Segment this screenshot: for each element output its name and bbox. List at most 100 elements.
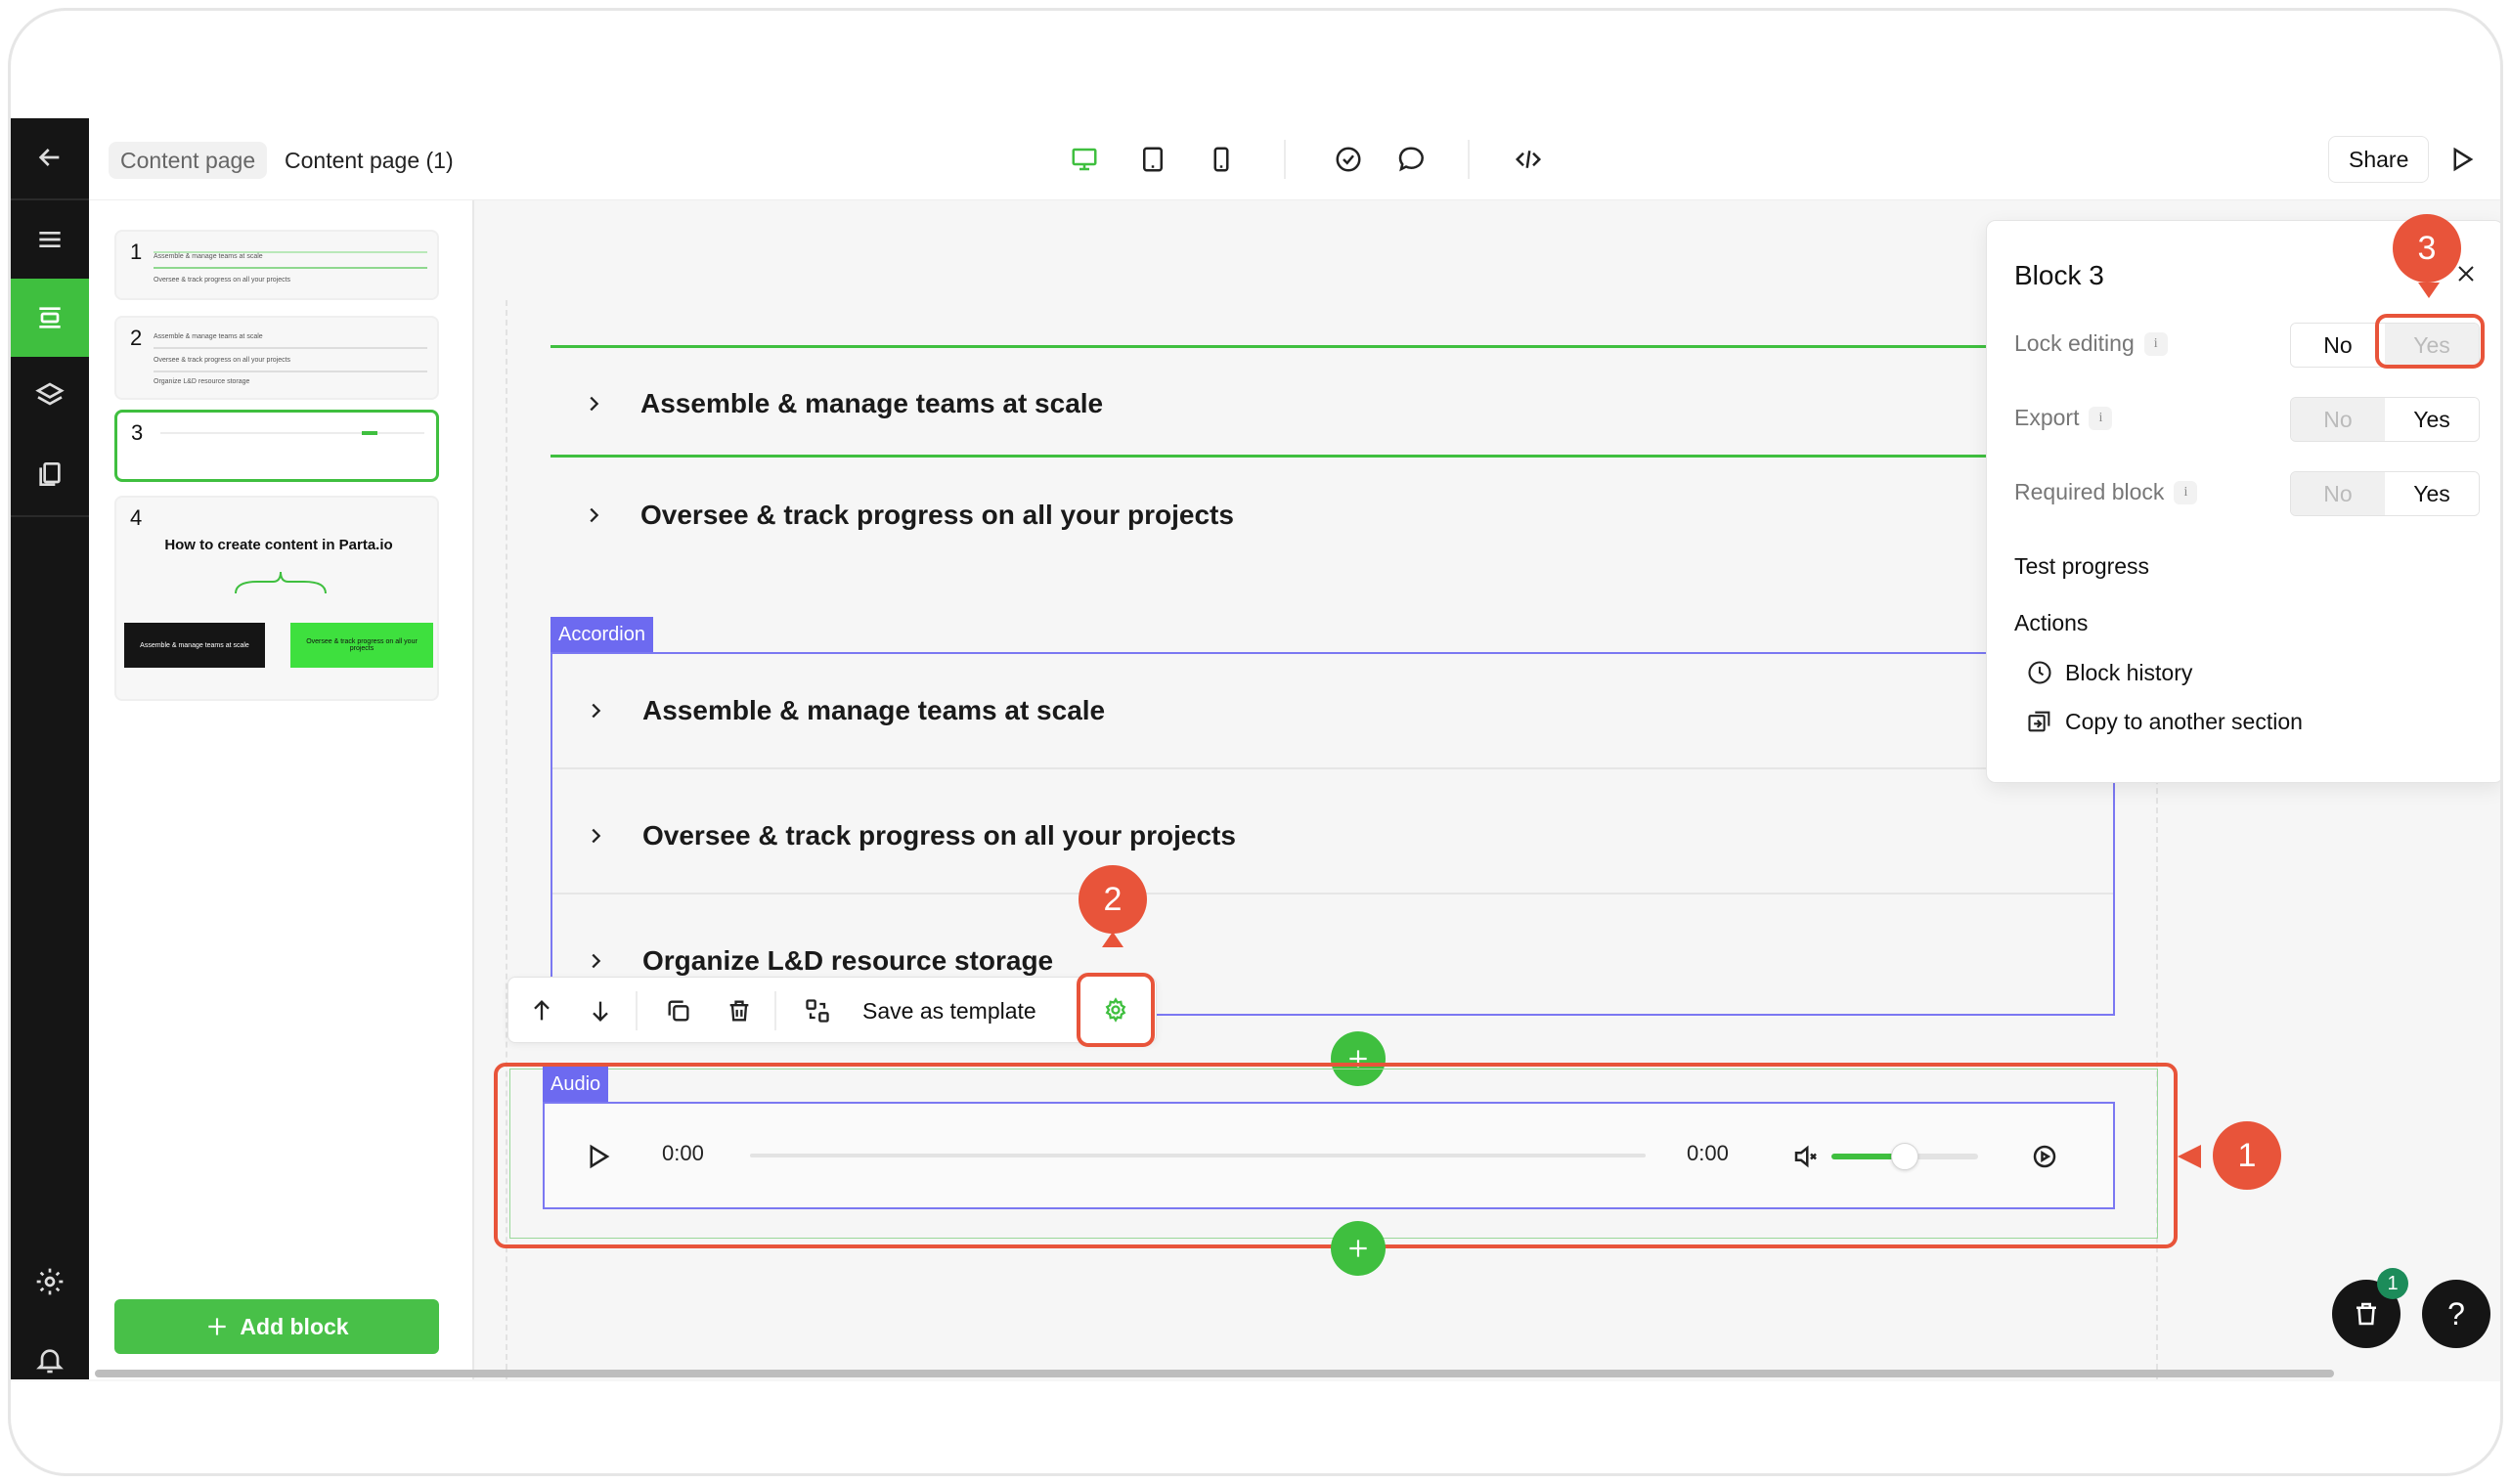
thumb-heading: How to create content in Parta.io	[164, 537, 393, 553]
thumb-text: Oversee & track progress on all your pro…	[154, 277, 291, 284]
info-icon[interactable]: i	[2143, 331, 2168, 356]
info-icon[interactable]: i	[2174, 480, 2198, 504]
duplicate-icon[interactable]	[657, 989, 700, 1032]
export-yes[interactable]: Yes	[2385, 398, 2479, 441]
code-icon[interactable]	[1509, 140, 1548, 179]
accordion-divider-active	[551, 345, 1996, 348]
blocks-icon[interactable]	[11, 279, 89, 357]
thumb-card-text: Oversee & track progress on all your pro…	[306, 638, 418, 652]
trash-icon[interactable]	[718, 989, 761, 1032]
required-block-label: Required block i	[2014, 479, 2198, 505]
option-label: Lock editing	[2014, 330, 2135, 356]
play-icon[interactable]	[2442, 140, 2481, 179]
thumb-volume-bar	[362, 431, 377, 435]
thumb-card-text: Assemble & manage teams at scale	[140, 641, 249, 649]
page-thumb-2[interactable]: 2 Assemble & manage teams at scale Overs…	[114, 316, 439, 400]
required-block-yes[interactable]: Yes	[2385, 472, 2479, 515]
chevron-right-icon	[576, 941, 615, 981]
copy-to-section-action[interactable]: Copy to another section	[2026, 708, 2303, 735]
menu-icon[interactable]	[11, 200, 89, 279]
thumb-card-green: Oversee & track progress on all your pro…	[290, 623, 433, 668]
bell-icon[interactable]	[11, 1321, 89, 1381]
thumb-text: Organize L&D resource storage	[154, 378, 250, 385]
tablet-icon[interactable]	[1133, 140, 1172, 179]
accordion-item-title: Assemble & manage teams at scale	[640, 388, 1104, 418]
accordion-item-title: Organize L&D resource storage	[642, 945, 1054, 976]
rail-divider	[11, 515, 89, 517]
left-rail	[11, 118, 89, 1379]
annotation-pointer	[2418, 283, 2440, 298]
block-settings-panel: Block 3 Lock editing i No Yes Export i No …	[1986, 220, 2500, 783]
page-thumb-4[interactable]: 4 How to create content in Parta.io Asse…	[114, 496, 439, 701]
callout-highlight-lock-yes	[2375, 314, 2485, 369]
option-label: Export	[2014, 405, 2080, 430]
thumb-line	[154, 347, 427, 349]
copy-section-icon	[2028, 711, 2050, 732]
accordion-item[interactable]: Assemble & manage teams at scale	[574, 384, 1103, 423]
check-circle-icon[interactable]	[1329, 140, 1368, 179]
page-thumb-3[interactable]: 3	[114, 410, 439, 482]
accordion-item-title: Assemble & manage teams at scale	[642, 695, 1106, 725]
move-down-icon[interactable]	[579, 989, 622, 1032]
block-settings-gear-icon[interactable]	[1094, 988, 1137, 1031]
share-button[interactable]: Share	[2328, 136, 2430, 183]
back-arrow-icon[interactable]	[11, 118, 89, 196]
add-block-below-button[interactable]	[1331, 1221, 1386, 1276]
export-no[interactable]: No	[2291, 398, 2385, 441]
thumb-line	[154, 371, 427, 372]
action-label: Block history	[2065, 659, 2193, 685]
page-title[interactable]: Content page (1)	[285, 142, 454, 179]
page-thumb-1[interactable]: 1 Assemble & manage teams at scale Overs…	[114, 230, 439, 300]
lock-editing-no[interactable]: No	[2291, 324, 2385, 367]
toolbar-divider	[636, 991, 638, 1030]
device-frame: Content page Content page (1) Share 1 As…	[8, 8, 2503, 1476]
thumb-line	[154, 267, 427, 269]
move-up-icon[interactable]	[520, 989, 563, 1032]
playback-speed-icon[interactable]	[2025, 1137, 2064, 1176]
panel-title: Block 3	[2014, 260, 2104, 290]
toolbar-divider	[1468, 140, 1470, 179]
audio-progress-track[interactable]	[750, 1154, 1646, 1157]
required-block-no[interactable]: No	[2291, 472, 2385, 515]
annotation-badge-2: 2	[1079, 865, 1147, 934]
comment-icon[interactable]	[1391, 140, 1431, 179]
breadcrumb-parent[interactable]: Content page	[109, 142, 268, 179]
horizontal-scrollbar[interactable]	[95, 1370, 2334, 1377]
block-toolbar: Save as template	[507, 977, 1157, 1043]
export-label: Export i	[2014, 405, 2113, 431]
help-button[interactable]: ?	[2422, 1280, 2490, 1348]
accordion-item[interactable]: Organize L&D resource storage	[576, 941, 1053, 981]
layers-icon[interactable]	[11, 357, 89, 435]
accordion-item[interactable]: Oversee & track progress on all your pro…	[574, 496, 1234, 535]
accordion-item[interactable]: Oversee & track progress on all your pro…	[576, 816, 1236, 855]
top-bar: Content page Content page (1) Share	[89, 118, 2500, 200]
annotation-badge-3: 3	[2393, 214, 2461, 283]
annotation-pointer	[1102, 932, 1123, 947]
chevron-right-icon	[574, 384, 613, 423]
pages-panel: 1 Assemble & manage teams at scale Overs…	[89, 200, 474, 1379]
toolbar-divider	[1284, 140, 1286, 179]
desktop-icon[interactable]	[1065, 140, 1104, 179]
audio-play-icon[interactable]	[578, 1137, 617, 1176]
block-history-action[interactable]: Block history	[2026, 659, 2192, 686]
settings-icon[interactable]	[11, 1243, 89, 1321]
chevron-right-icon	[576, 816, 615, 855]
info-icon[interactable]: i	[2089, 406, 2113, 430]
plus-icon	[208, 1318, 227, 1335]
brace-graphic	[235, 571, 327, 594]
accordion-divider-active	[551, 455, 1996, 458]
add-block-button[interactable]: Add block	[114, 1299, 439, 1354]
mobile-icon[interactable]	[1202, 140, 1241, 179]
pages-icon[interactable]	[11, 435, 89, 513]
save-as-template-button[interactable]: Save as template	[862, 989, 1036, 1032]
replace-icon[interactable]	[796, 989, 839, 1032]
chevron-right-icon	[576, 691, 615, 730]
volume-icon[interactable]	[1786, 1137, 1826, 1176]
app-screen: Content page Content page (1) Share 1 As…	[11, 118, 2500, 1381]
export-toggle: No Yes	[2290, 397, 2480, 442]
accordion-item[interactable]: Assemble & manage teams at scale	[576, 691, 1105, 730]
test-progress-link[interactable]: Test progress	[2014, 553, 2149, 580]
volume-slider-handle[interactable]	[1891, 1143, 1918, 1170]
thumb-card-dark: Assemble & manage teams at scale	[124, 623, 265, 668]
notification-count-badge: 1	[2377, 1268, 2408, 1299]
